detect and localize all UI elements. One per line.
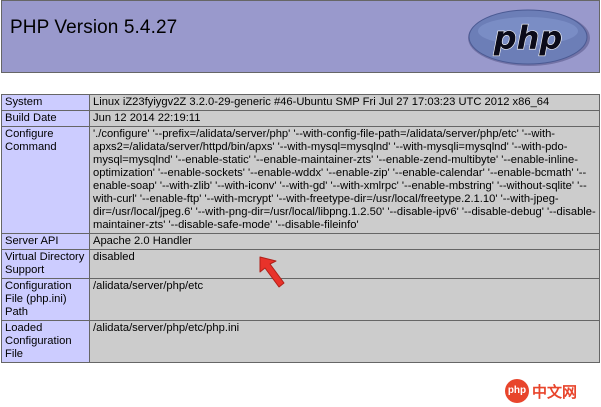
table-row: Loaded Configuration File /alidata/serve… xyxy=(1,320,600,363)
row-label-virtual-directory: Virtual Directory Support xyxy=(1,249,90,279)
row-label-system: System xyxy=(1,94,90,111)
table-row: Build Date Jun 12 2014 22:19:11 xyxy=(1,110,600,127)
row-label-loaded-config-file: Loaded Configuration File xyxy=(1,320,90,363)
table-row: System Linux iZ23fyiygv2Z 3.2.0-29-gener… xyxy=(1,94,600,111)
row-value-system: Linux iZ23fyiygv2Z 3.2.0-29-generic #46-… xyxy=(89,94,600,111)
row-label-build-date: Build Date xyxy=(1,110,90,127)
row-value-configure-command: './configure' '--prefix=/alidata/server/… xyxy=(89,126,600,234)
row-value-config-file-path: /alidata/server/php/etc xyxy=(89,278,600,321)
red-arrow-icon xyxy=(259,256,285,288)
row-value-build-date: Jun 12 2014 22:19:11 xyxy=(89,110,600,127)
row-value-loaded-config-file: /alidata/server/php/etc/php.ini xyxy=(89,320,600,363)
row-label-configure-command: Configure Command xyxy=(1,126,90,234)
row-label-config-file-path: Configuration File (php.ini) Path xyxy=(1,278,90,321)
watermark-text: 中文网 xyxy=(532,384,578,401)
row-label-server-api: Server API xyxy=(1,233,90,250)
php-logo-icon: php xyxy=(468,9,590,66)
php-info-table: System Linux iZ23fyiygv2Z 3.2.0-29-gener… xyxy=(1,94,600,363)
table-row: Configuration File (php.ini) Path /alida… xyxy=(1,278,600,321)
table-row: Server API Apache 2.0 Handler xyxy=(1,233,600,250)
row-value-virtual-directory: disabled xyxy=(89,249,600,279)
row-value-server-api: Apache 2.0 Handler xyxy=(89,233,600,250)
table-row: Virtual Directory Support disabled xyxy=(1,249,600,279)
php-info-header: PHP Version 5.4.27 php xyxy=(1,0,600,73)
watermark-badge-text: php xyxy=(507,385,527,396)
table-row: Configure Command './configure' '--prefi… xyxy=(1,126,600,234)
site-watermark: php 中文网 xyxy=(505,377,601,405)
php-logo-text: php xyxy=(493,19,563,57)
watermark-badge-icon: php xyxy=(505,379,529,403)
page-title: PHP Version 5.4.27 xyxy=(10,17,178,38)
